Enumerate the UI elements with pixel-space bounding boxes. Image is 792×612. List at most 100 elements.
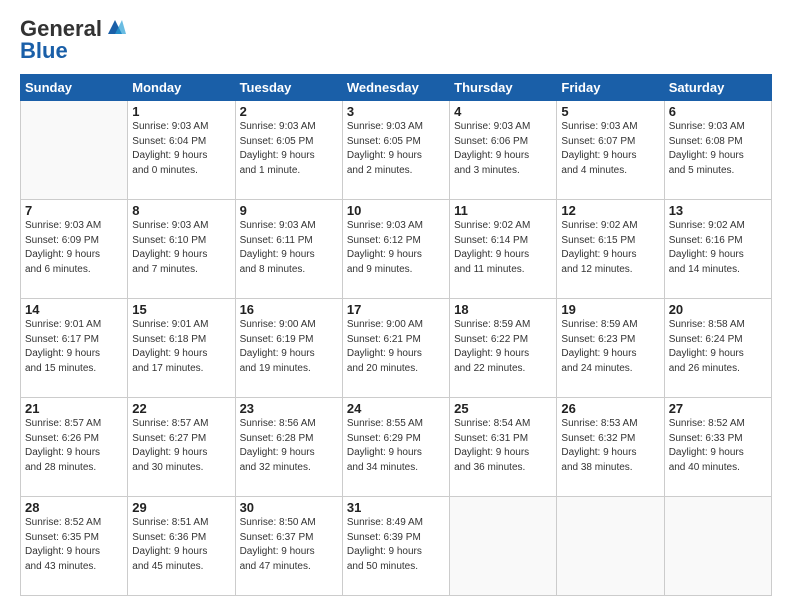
day-header: Friday — [557, 75, 664, 101]
day-cell — [664, 497, 771, 596]
day-number: 20 — [669, 302, 767, 317]
day-cell: 12Sunrise: 9:02 AMSunset: 6:15 PMDayligh… — [557, 200, 664, 299]
day-cell: 19Sunrise: 8:59 AMSunset: 6:23 PMDayligh… — [557, 299, 664, 398]
header-row: SundayMondayTuesdayWednesdayThursdayFrid… — [21, 75, 772, 101]
day-cell: 15Sunrise: 9:01 AMSunset: 6:18 PMDayligh… — [128, 299, 235, 398]
day-header: Saturday — [664, 75, 771, 101]
day-number: 1 — [132, 104, 230, 119]
day-cell: 25Sunrise: 8:54 AMSunset: 6:31 PMDayligh… — [450, 398, 557, 497]
day-cell: 24Sunrise: 8:55 AMSunset: 6:29 PMDayligh… — [342, 398, 449, 497]
day-number: 14 — [25, 302, 123, 317]
day-info: Sunrise: 8:58 AMSunset: 6:24 PMDaylight:… — [669, 318, 767, 376]
day-cell: 1Sunrise: 9:03 AMSunset: 6:04 PMDaylight… — [128, 101, 235, 200]
day-info: Sunrise: 8:52 AMSunset: 6:35 PMDaylight:… — [25, 516, 123, 574]
week-row: 28Sunrise: 8:52 AMSunset: 6:35 PMDayligh… — [21, 497, 772, 596]
day-cell: 17Sunrise: 9:00 AMSunset: 6:21 PMDayligh… — [342, 299, 449, 398]
day-info: Sunrise: 9:03 AMSunset: 6:11 PMDaylight:… — [240, 219, 338, 277]
day-info: Sunrise: 9:03 AMSunset: 6:05 PMDaylight:… — [240, 120, 338, 178]
day-cell: 27Sunrise: 8:52 AMSunset: 6:33 PMDayligh… — [664, 398, 771, 497]
day-info: Sunrise: 9:03 AMSunset: 6:08 PMDaylight:… — [669, 120, 767, 178]
day-number: 6 — [669, 104, 767, 119]
day-number: 29 — [132, 500, 230, 515]
day-cell: 9Sunrise: 9:03 AMSunset: 6:11 PMDaylight… — [235, 200, 342, 299]
day-cell: 23Sunrise: 8:56 AMSunset: 6:28 PMDayligh… — [235, 398, 342, 497]
day-number: 30 — [240, 500, 338, 515]
day-cell: 11Sunrise: 9:02 AMSunset: 6:14 PMDayligh… — [450, 200, 557, 299]
day-cell: 3Sunrise: 9:03 AMSunset: 6:05 PMDaylight… — [342, 101, 449, 200]
day-cell: 5Sunrise: 9:03 AMSunset: 6:07 PMDaylight… — [557, 101, 664, 200]
day-number: 25 — [454, 401, 552, 416]
day-info: Sunrise: 8:59 AMSunset: 6:22 PMDaylight:… — [454, 318, 552, 376]
day-number: 13 — [669, 203, 767, 218]
day-number: 12 — [561, 203, 659, 218]
week-row: 1Sunrise: 9:03 AMSunset: 6:04 PMDaylight… — [21, 101, 772, 200]
day-info: Sunrise: 9:02 AMSunset: 6:14 PMDaylight:… — [454, 219, 552, 277]
day-info: Sunrise: 9:00 AMSunset: 6:21 PMDaylight:… — [347, 318, 445, 376]
day-info: Sunrise: 9:00 AMSunset: 6:19 PMDaylight:… — [240, 318, 338, 376]
day-cell: 4Sunrise: 9:03 AMSunset: 6:06 PMDaylight… — [450, 101, 557, 200]
day-number: 28 — [25, 500, 123, 515]
day-cell: 26Sunrise: 8:53 AMSunset: 6:32 PMDayligh… — [557, 398, 664, 497]
day-info: Sunrise: 9:02 AMSunset: 6:16 PMDaylight:… — [669, 219, 767, 277]
day-info: Sunrise: 9:03 AMSunset: 6:09 PMDaylight:… — [25, 219, 123, 277]
day-info: Sunrise: 8:56 AMSunset: 6:28 PMDaylight:… — [240, 417, 338, 475]
day-number: 22 — [132, 401, 230, 416]
day-cell — [557, 497, 664, 596]
day-number: 23 — [240, 401, 338, 416]
day-number: 7 — [25, 203, 123, 218]
calendar-table: SundayMondayTuesdayWednesdayThursdayFrid… — [20, 74, 772, 596]
day-cell: 2Sunrise: 9:03 AMSunset: 6:05 PMDaylight… — [235, 101, 342, 200]
day-cell: 30Sunrise: 8:50 AMSunset: 6:37 PMDayligh… — [235, 497, 342, 596]
day-cell: 28Sunrise: 8:52 AMSunset: 6:35 PMDayligh… — [21, 497, 128, 596]
page: General Blue SundayMondayTuesdayWednesda… — [0, 0, 792, 612]
day-info: Sunrise: 8:55 AMSunset: 6:29 PMDaylight:… — [347, 417, 445, 475]
day-cell: 13Sunrise: 9:02 AMSunset: 6:16 PMDayligh… — [664, 200, 771, 299]
day-number: 16 — [240, 302, 338, 317]
day-cell: 20Sunrise: 8:58 AMSunset: 6:24 PMDayligh… — [664, 299, 771, 398]
day-number: 4 — [454, 104, 552, 119]
day-cell: 7Sunrise: 9:03 AMSunset: 6:09 PMDaylight… — [21, 200, 128, 299]
day-number: 27 — [669, 401, 767, 416]
day-number: 24 — [347, 401, 445, 416]
day-number: 10 — [347, 203, 445, 218]
day-info: Sunrise: 9:03 AMSunset: 6:05 PMDaylight:… — [347, 120, 445, 178]
day-info: Sunrise: 9:03 AMSunset: 6:12 PMDaylight:… — [347, 219, 445, 277]
day-info: Sunrise: 8:51 AMSunset: 6:36 PMDaylight:… — [132, 516, 230, 574]
day-number: 17 — [347, 302, 445, 317]
day-header: Monday — [128, 75, 235, 101]
day-number: 15 — [132, 302, 230, 317]
day-info: Sunrise: 8:49 AMSunset: 6:39 PMDaylight:… — [347, 516, 445, 574]
day-number: 11 — [454, 203, 552, 218]
day-number: 26 — [561, 401, 659, 416]
day-number: 21 — [25, 401, 123, 416]
day-header: Wednesday — [342, 75, 449, 101]
day-info: Sunrise: 8:54 AMSunset: 6:31 PMDaylight:… — [454, 417, 552, 475]
day-cell: 29Sunrise: 8:51 AMSunset: 6:36 PMDayligh… — [128, 497, 235, 596]
day-cell: 22Sunrise: 8:57 AMSunset: 6:27 PMDayligh… — [128, 398, 235, 497]
day-header: Thursday — [450, 75, 557, 101]
day-info: Sunrise: 9:01 AMSunset: 6:17 PMDaylight:… — [25, 318, 123, 376]
day-cell — [21, 101, 128, 200]
day-number: 5 — [561, 104, 659, 119]
day-cell: 8Sunrise: 9:03 AMSunset: 6:10 PMDaylight… — [128, 200, 235, 299]
day-number: 9 — [240, 203, 338, 218]
day-header: Sunday — [21, 75, 128, 101]
day-info: Sunrise: 9:03 AMSunset: 6:07 PMDaylight:… — [561, 120, 659, 178]
day-cell — [450, 497, 557, 596]
day-number: 3 — [347, 104, 445, 119]
day-info: Sunrise: 9:01 AMSunset: 6:18 PMDaylight:… — [132, 318, 230, 376]
logo-icon — [104, 16, 126, 38]
day-info: Sunrise: 9:03 AMSunset: 6:06 PMDaylight:… — [454, 120, 552, 178]
day-info: Sunrise: 9:02 AMSunset: 6:15 PMDaylight:… — [561, 219, 659, 277]
day-number: 31 — [347, 500, 445, 515]
week-row: 14Sunrise: 9:01 AMSunset: 6:17 PMDayligh… — [21, 299, 772, 398]
logo: General Blue — [20, 16, 126, 64]
day-cell: 18Sunrise: 8:59 AMSunset: 6:22 PMDayligh… — [450, 299, 557, 398]
day-cell: 14Sunrise: 9:01 AMSunset: 6:17 PMDayligh… — [21, 299, 128, 398]
day-info: Sunrise: 8:59 AMSunset: 6:23 PMDaylight:… — [561, 318, 659, 376]
day-cell: 31Sunrise: 8:49 AMSunset: 6:39 PMDayligh… — [342, 497, 449, 596]
day-number: 8 — [132, 203, 230, 218]
day-info: Sunrise: 8:57 AMSunset: 6:27 PMDaylight:… — [132, 417, 230, 475]
header: General Blue — [20, 16, 772, 64]
day-number: 2 — [240, 104, 338, 119]
